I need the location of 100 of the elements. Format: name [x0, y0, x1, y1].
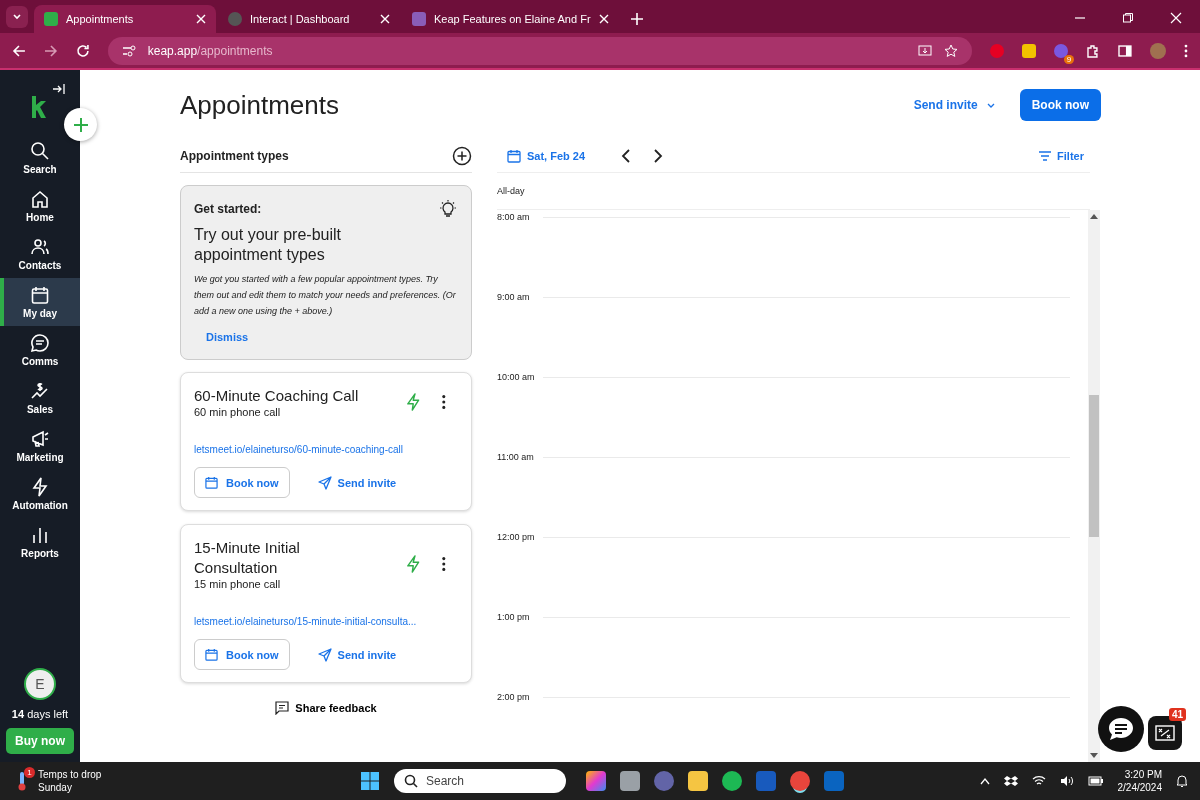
bell-icon[interactable]: [1176, 774, 1188, 788]
side-panel-icon[interactable]: [1118, 43, 1133, 58]
thermometer-icon[interactable]: [16, 771, 28, 791]
scroll-down-icon[interactable]: [1090, 753, 1098, 759]
time-label: 11:00 am: [497, 452, 535, 462]
new-tab-icon[interactable]: [630, 13, 643, 25]
card-description: We got you started with a few popular appointment types. Try them out and edit them to match your needs and preferences. (Or add a new one using the + above.): [194, 273, 457, 318]
reload-icon[interactable]: [75, 43, 90, 58]
add-button[interactable]: [64, 108, 97, 141]
battery-icon[interactable]: [1087, 776, 1104, 786]
time-label: 2:00 pm: [497, 692, 531, 702]
back-icon[interactable]: [12, 43, 26, 58]
close-icon[interactable]: [380, 14, 390, 24]
page-title: Appointments: [180, 89, 339, 121]
send-invite-dropdown[interactable]: Send invite: [907, 97, 1002, 113]
add-icon[interactable]: [452, 146, 472, 166]
more-icon[interactable]: [1184, 43, 1188, 58]
weather-subtitle: Sunday: [38, 781, 73, 794]
collapse-icon[interactable]: [52, 83, 66, 95]
more-icon[interactable]: [442, 394, 446, 410]
paper-plane-icon: [317, 475, 332, 490]
plus-icon: [72, 116, 89, 133]
card-heading: Try out your pre-built appointment types: [194, 225, 342, 265]
chevron-up-icon[interactable]: [979, 777, 990, 785]
sidebar-item[interactable]: Home: [0, 182, 80, 230]
start-icon[interactable]: [360, 771, 380, 791]
restore-icon[interactable]: [1122, 12, 1134, 24]
forward-icon[interactable]: [43, 43, 58, 58]
search-icon: [404, 774, 418, 788]
sidebar-item[interactable]: My day: [0, 278, 80, 326]
lightbulb-icon: [438, 199, 458, 219]
dismiss-button[interactable]: Dismiss: [194, 319, 261, 343]
notification-badge: 1: [24, 767, 35, 778]
sidebar-item[interactable]: Contacts: [0, 230, 80, 278]
close-icon[interactable]: [196, 14, 206, 24]
lightning-icon[interactable]: [406, 392, 421, 412]
search-icon: [30, 141, 50, 161]
time-label: 8:00 am: [497, 212, 531, 222]
lightning-icon[interactable]: [406, 554, 421, 574]
address-field[interactable]: keap.app/appointments: [107, 36, 973, 65]
calendar-icon: [205, 648, 218, 661]
browser-tab[interactable]: Appointments: [34, 5, 216, 33]
time-label: 1:00 pm: [497, 612, 531, 622]
next-icon[interactable]: [653, 149, 664, 163]
booking-link[interactable]: letsmeet.io/elaineturso/15-minute-initial-consulta...: [194, 616, 458, 627]
calendar-icon: [507, 149, 521, 163]
browser-tab[interactable]: Interact | Dashboard: [218, 5, 400, 33]
tab-list-icon[interactable]: [6, 6, 28, 28]
star-icon[interactable]: [944, 43, 959, 58]
chat-button[interactable]: [1098, 706, 1144, 752]
appointment-duration: 60 min phone call: [194, 406, 282, 418]
send-invite-button[interactable]: Send invite: [311, 474, 403, 491]
filter-button[interactable]: Filter: [1033, 149, 1090, 163]
widget-button[interactable]: [1148, 716, 1182, 750]
trial-remaining: 14 days left: [11, 708, 69, 720]
close-icon[interactable]: [1170, 12, 1182, 24]
speaker-icon[interactable]: [1059, 775, 1074, 787]
sidebar-item[interactable]: Marketing: [0, 422, 80, 470]
dropbox-icon[interactable]: [1003, 775, 1018, 787]
site-settings-icon[interactable]: [121, 44, 136, 57]
logo-icon[interactable]: [30, 96, 46, 118]
sidebar-item[interactable]: Search: [0, 134, 80, 182]
sidebar-item[interactable]: Reports: [0, 518, 80, 566]
previous-icon[interactable]: [621, 149, 632, 163]
time-label: 9:00 am: [497, 292, 531, 302]
house-icon: [30, 189, 50, 209]
clock-time[interactable]: 3:20 PM: [1124, 768, 1162, 781]
clock-date[interactable]: 2/24/2024: [1117, 781, 1162, 794]
section-heading: Appointment types: [180, 149, 289, 163]
appointment-name: 15-Minute Initial Consultation: [194, 538, 301, 578]
calendar-icon: [30, 285, 50, 305]
book-now-button[interactable]: Book now: [194, 467, 290, 498]
all-day-label: All-day: [497, 186, 525, 196]
send-invite-button[interactable]: Send invite: [311, 646, 403, 663]
scrollbar-thumb[interactable]: [1089, 395, 1099, 537]
puzzle-icon[interactable]: [1086, 43, 1101, 58]
more-icon[interactable]: [442, 556, 446, 572]
browser-tab[interactable]: Keap Features on Elaine And Fr: [402, 5, 619, 33]
install-icon[interactable]: [918, 43, 933, 58]
paper-plane-icon: [317, 647, 332, 662]
close-icon[interactable]: [598, 14, 609, 24]
time-label: 12:00 pm: [497, 532, 536, 542]
sidebar-item[interactable]: Sales: [0, 374, 80, 422]
board-icon: [1155, 725, 1175, 741]
wifi-icon[interactable]: [1031, 775, 1046, 787]
appointment-name: 60-Minute Coaching Call: [194, 386, 360, 406]
book-now-button[interactable]: Book now: [1019, 89, 1101, 121]
date-picker[interactable]: Sat, Feb 24: [497, 149, 586, 163]
user-avatar[interactable]: E: [24, 668, 56, 700]
taskbar-search-field[interactable]: Search: [394, 769, 566, 793]
book-now-button[interactable]: Book now: [194, 639, 290, 670]
weather-title[interactable]: Temps to drop: [38, 768, 102, 781]
sidebar-item[interactable]: Comms: [0, 326, 80, 374]
scroll-up-icon[interactable]: [1090, 213, 1098, 219]
chart-dollar-icon: [30, 381, 50, 401]
scrollbar[interactable]: [1088, 210, 1100, 762]
booking-link[interactable]: letsmeet.io/elaineturso/60-minute-coaching-call: [194, 444, 458, 455]
share-feedback-button[interactable]: Share feedback: [269, 700, 383, 716]
sidebar-item[interactable]: Automation: [0, 470, 80, 518]
extension-badge: 9: [1063, 54, 1075, 64]
